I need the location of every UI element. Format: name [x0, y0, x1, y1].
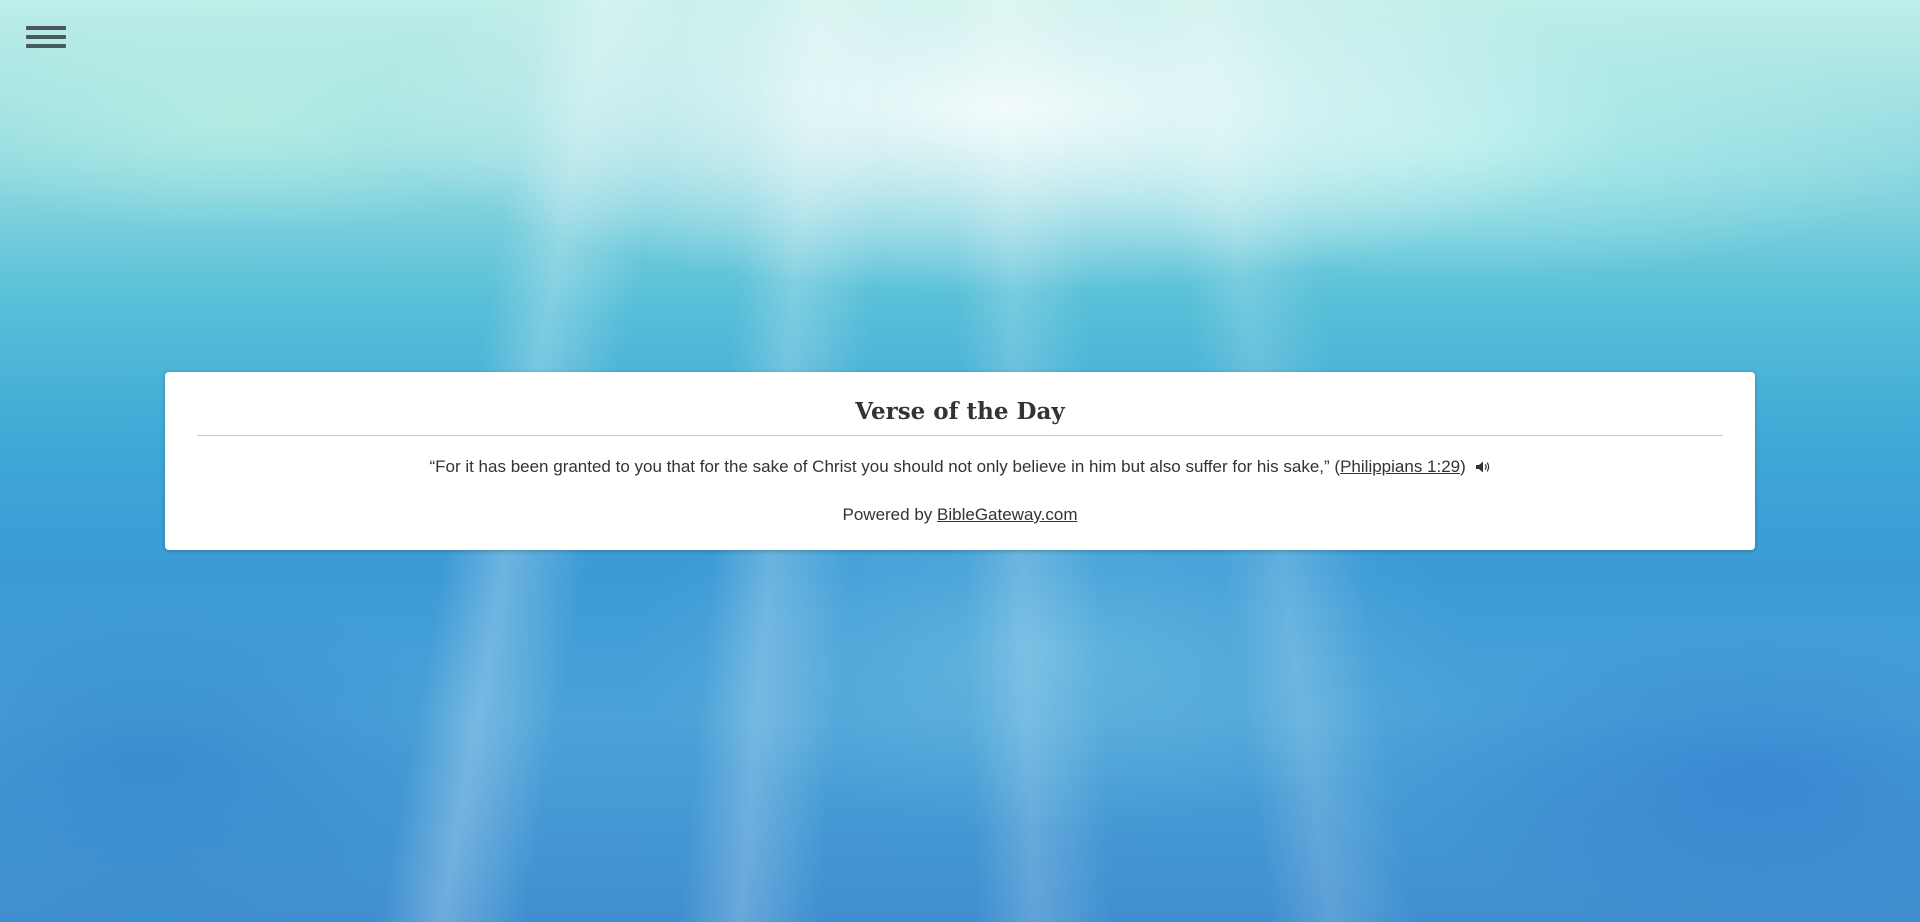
verse-line: “For it has been granted to you that for… [197, 455, 1723, 481]
speaker-audio-icon[interactable] [1475, 457, 1491, 481]
verse-reference-link[interactable]: Philippians 1:29 [1340, 457, 1460, 476]
verse-text: “For it has been granted to you that for… [429, 457, 1330, 476]
hamburger-menu-button[interactable] [26, 26, 66, 58]
card-title: Verse of the Day [197, 372, 1723, 436]
reference-close-paren: ) [1460, 457, 1466, 476]
biblegateway-link[interactable]: BibleGateway.com [937, 505, 1077, 524]
hamburger-menu-icon [26, 26, 66, 48]
verse-of-the-day-card: Verse of the Day “For it has been grante… [165, 372, 1755, 550]
powered-by-text: Powered by [842, 505, 933, 524]
powered-by-line: Powered by BibleGateway.com [197, 505, 1723, 525]
